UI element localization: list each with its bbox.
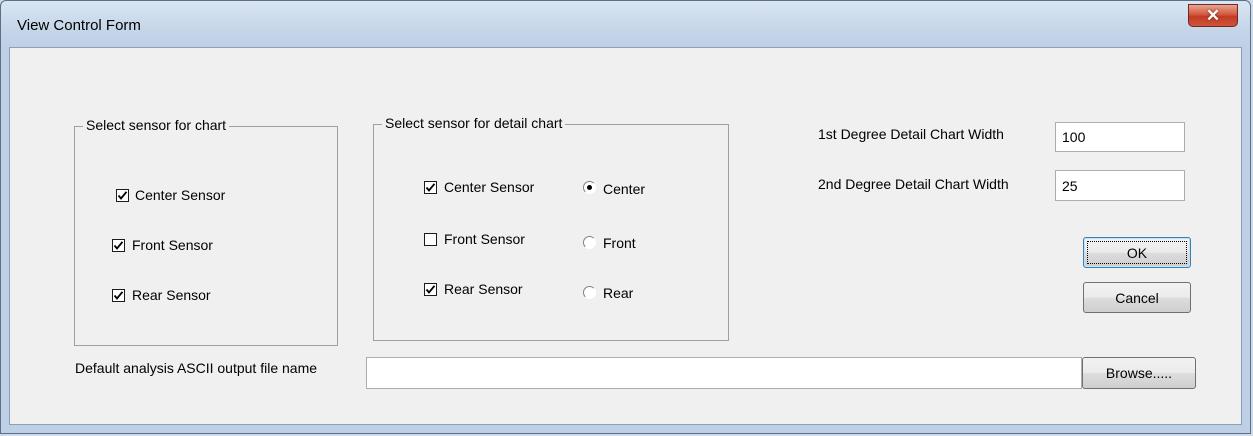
checkmark-icon [113,241,124,250]
first-degree-width-input[interactable] [1055,122,1185,152]
detail-front-sensor-label: Front Sensor [444,231,525,247]
detail-center-radio-label: Center [603,181,646,197]
second-degree-width-label: 2nd Degree Detail Chart Width [818,176,1009,192]
detail-sensor-group: Select sensor for detail chart Center Se… [373,115,729,341]
chart-front-sensor-checkbox[interactable] [112,239,125,252]
detail-front-radio-label: Front [603,235,636,251]
checkmark-icon [425,183,436,192]
browse-button-label: Browse..... [1105,365,1173,381]
output-file-input[interactable] [366,357,1082,389]
checkmark-icon [117,191,128,200]
detail-rear-radio-label: Rear [603,285,634,301]
close-icon: ✕ [1205,6,1221,25]
browse-button[interactable]: Browse..... [1082,357,1196,389]
cancel-button[interactable]: Cancel [1083,282,1191,313]
detail-front-sensor-checkbox[interactable] [424,233,437,246]
detail-rear-sensor-checkbox[interactable] [424,283,437,296]
checkmark-icon [425,285,436,294]
chart-center-sensor-label: Center Sensor [135,187,226,203]
detail-center-sensor-checkbox[interactable] [424,181,437,194]
detail-center-sensor-label: Center Sensor [444,179,535,195]
ok-button[interactable]: OK [1083,237,1191,268]
first-degree-width-label: 1st Degree Detail Chart Width [818,126,1004,142]
chart-front-sensor-label: Front Sensor [132,237,213,253]
chart-rear-sensor-label: Rear Sensor [132,287,211,303]
cancel-button-label: Cancel [1115,289,1159,306]
title-bar[interactable]: View Control Form ✕ [1,1,1250,45]
second-degree-width-input[interactable] [1055,170,1185,201]
detail-sensor-group-title: Select sensor for detail chart [382,115,566,131]
focus-rectangle [1087,241,1187,264]
view-control-form-window: View Control Form ✕ Select sensor for ch… [0,0,1251,434]
detail-front-radio[interactable] [583,236,596,249]
chart-rear-sensor-checkbox[interactable] [112,289,125,302]
detail-rear-radio[interactable] [583,286,596,299]
checkmark-icon [113,291,124,300]
close-button[interactable]: ✕ [1188,4,1238,27]
chart-sensor-group-title: Select sensor for chart [83,117,230,133]
detail-center-radio[interactable] [583,181,596,194]
output-file-label: Default analysis ASCII output file name [75,360,318,376]
window-title: View Control Form [17,17,141,34]
detail-rear-sensor-label: Rear Sensor [444,281,523,297]
chart-sensor-group: Select sensor for chart Center Sensor Fr… [74,117,338,346]
form-client-area: Select sensor for chart Center Sensor Fr… [9,47,1242,425]
chart-center-sensor-checkbox[interactable] [116,189,129,202]
